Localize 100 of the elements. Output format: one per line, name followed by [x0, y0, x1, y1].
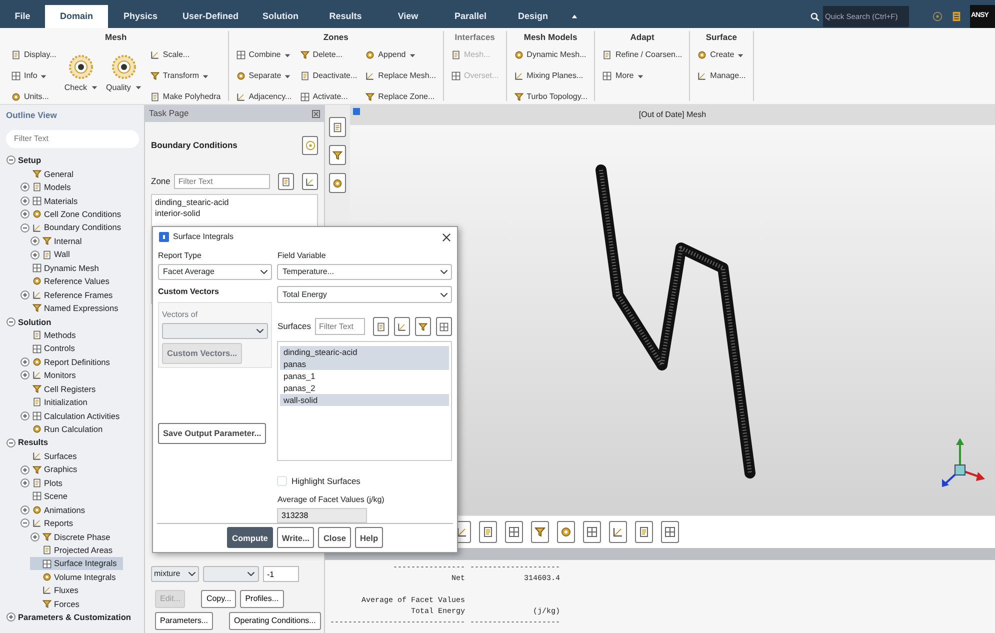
panel-button[interactable]: Operating Conditions... [229, 612, 321, 630]
menu-tab[interactable]: File [0, 5, 45, 28]
expand-icon[interactable] [30, 532, 40, 542]
expand-icon[interactable] [30, 250, 40, 260]
ribbon-button[interactable]: Deactivate... [298, 68, 358, 85]
list-item[interactable]: panas_1 [280, 370, 449, 382]
tree-item[interactable]: Cell Registers [20, 382, 102, 396]
field-variable-dropdown[interactable]: Temperature... [277, 264, 452, 280]
list-item[interactable]: dinding_stearic-acid [280, 346, 449, 358]
ribbon-button[interactable]: Append [364, 46, 437, 64]
tree-item[interactable]: Wall [30, 248, 76, 262]
expand-icon[interactable] [20, 182, 30, 192]
tree-item[interactable]: Materials [20, 194, 84, 208]
toolbar-button[interactable] [436, 317, 452, 336]
menu-tab[interactable]: User-Defined [173, 5, 248, 28]
toolbar-button[interactable] [394, 317, 410, 336]
tree-item[interactable]: Named Expressions [20, 302, 124, 315]
list-item[interactable]: interior-solid [155, 208, 314, 219]
list-item[interactable]: panas [280, 358, 449, 370]
toolbar-button[interactable] [635, 521, 653, 543]
expand-icon[interactable] [20, 478, 30, 488]
ribbon-button[interactable]: Replace Zone... [364, 88, 437, 106]
tree-item[interactable]: Methods [20, 328, 82, 342]
ribbon-button[interactable]: Dynamic Mesh... [512, 46, 588, 64]
report-type-dropdown[interactable]: Facet Average [158, 264, 272, 280]
dialog-button[interactable]: Close [318, 527, 352, 548]
toolbar-button[interactable] [583, 521, 601, 543]
filter-field[interactable]: Filter Text [174, 174, 270, 189]
collapse-icon[interactable] [20, 222, 30, 233]
toolbar-button[interactable] [609, 521, 627, 543]
collapse-icon[interactable] [6, 155, 16, 166]
menu-tab[interactable]: Results [313, 5, 378, 28]
field-variable-dropdown[interactable]: Total Energy [277, 286, 452, 304]
tree-item[interactable]: Initialization [20, 396, 94, 410]
collapse-icon[interactable] [571, 13, 578, 20]
menu-tab[interactable]: Physics [108, 5, 173, 28]
checkbox[interactable] [277, 476, 288, 486]
ribbon-button[interactable]: Display... [10, 46, 58, 64]
notes-icon[interactable] [951, 10, 962, 23]
menu-tab[interactable]: Parallel [438, 5, 503, 28]
tree-item[interactable]: Solution [6, 315, 58, 328]
tree-item[interactable]: Forces [30, 597, 86, 611]
tree-item[interactable]: Reference Frames [20, 288, 119, 302]
toolbar-button[interactable] [329, 145, 346, 165]
panel-button[interactable]: Copy... [201, 590, 236, 608]
ribbon-button[interactable]: Replace Mesh... [364, 68, 437, 85]
toolbar-button[interactable] [278, 173, 294, 190]
tree-item[interactable]: Reports [20, 516, 80, 530]
tree-item[interactable]: Projected Areas [30, 543, 119, 557]
ribbon-button[interactable]: Quality [105, 50, 143, 95]
expand-icon[interactable] [30, 236, 40, 246]
dialog-button[interactable]: Help [355, 527, 384, 548]
tree-item[interactable]: Plots [20, 476, 68, 490]
tree-item[interactable]: Monitors [20, 368, 82, 382]
close-icon[interactable] [442, 232, 451, 242]
menu-tab[interactable]: Design [503, 5, 563, 28]
tree-item[interactable]: Discrete Phase [30, 530, 116, 544]
tree-item[interactable]: Internal [30, 234, 88, 248]
menu-tab[interactable]: Domain [45, 5, 108, 28]
tree-item[interactable]: Animations [20, 503, 92, 517]
list-item[interactable]: panas_2 [280, 382, 449, 394]
panel-button[interactable]: Parameters... [155, 612, 214, 630]
tree-item[interactable]: Results [6, 436, 54, 450]
ribbon-button[interactable]: Separate [234, 68, 293, 85]
ribbon-button[interactable]: Check [63, 50, 99, 95]
dialog-button[interactable]: Write... [276, 527, 314, 548]
ribbon-button[interactable]: Create [696, 46, 747, 64]
result-field[interactable]: 313238 [277, 508, 368, 523]
expand-icon[interactable] [20, 504, 30, 515]
expand-icon[interactable] [20, 410, 30, 421]
list-item[interactable]: wall-solid [280, 394, 449, 406]
tree-item[interactable]: Parameters & Customization [6, 610, 137, 624]
tree-item[interactable]: Cell Zone Conditions [20, 208, 128, 221]
ribbon-button[interactable]: Manage... [696, 68, 747, 85]
tree-item[interactable]: Calculation Activities [20, 409, 126, 422]
expand-icon[interactable] [6, 612, 16, 622]
collapse-icon[interactable] [20, 518, 30, 528]
tree-item[interactable]: Setup [6, 154, 48, 168]
toolbar-button[interactable] [661, 521, 679, 543]
tree-item[interactable]: Reference Values [20, 274, 116, 288]
filter-field[interactable]: Filter Text [6, 130, 139, 148]
dialog-button[interactable]: Compute [226, 527, 273, 548]
ribbon-button[interactable]: Make Polyhedra [148, 88, 222, 106]
tree-item[interactable]: General [20, 167, 80, 181]
ribbon-button[interactable]: Adjacency... [234, 88, 293, 106]
ribbon-button[interactable]: Transform [148, 68, 222, 85]
id-field[interactable]: -1 [263, 566, 299, 582]
toolbar-button[interactable] [531, 521, 549, 543]
ribbon-button[interactable]: Refine / Coarsen... [601, 46, 684, 64]
expand-icon[interactable] [20, 209, 30, 220]
expand-icon[interactable] [20, 357, 30, 368]
panel-button[interactable]: Profiles... [240, 590, 284, 608]
tree-item[interactable]: Report Definitions [20, 355, 116, 369]
menu-tab[interactable]: Solution [248, 5, 313, 28]
toolbar-button[interactable] [505, 521, 523, 543]
tree-item[interactable]: Boundary Conditions [20, 220, 128, 234]
toolbar-button[interactable] [557, 521, 575, 543]
expand-icon[interactable] [20, 370, 30, 380]
help-icon[interactable] [932, 11, 943, 22]
ribbon-button[interactable]: Mixing Planes... [512, 68, 588, 85]
